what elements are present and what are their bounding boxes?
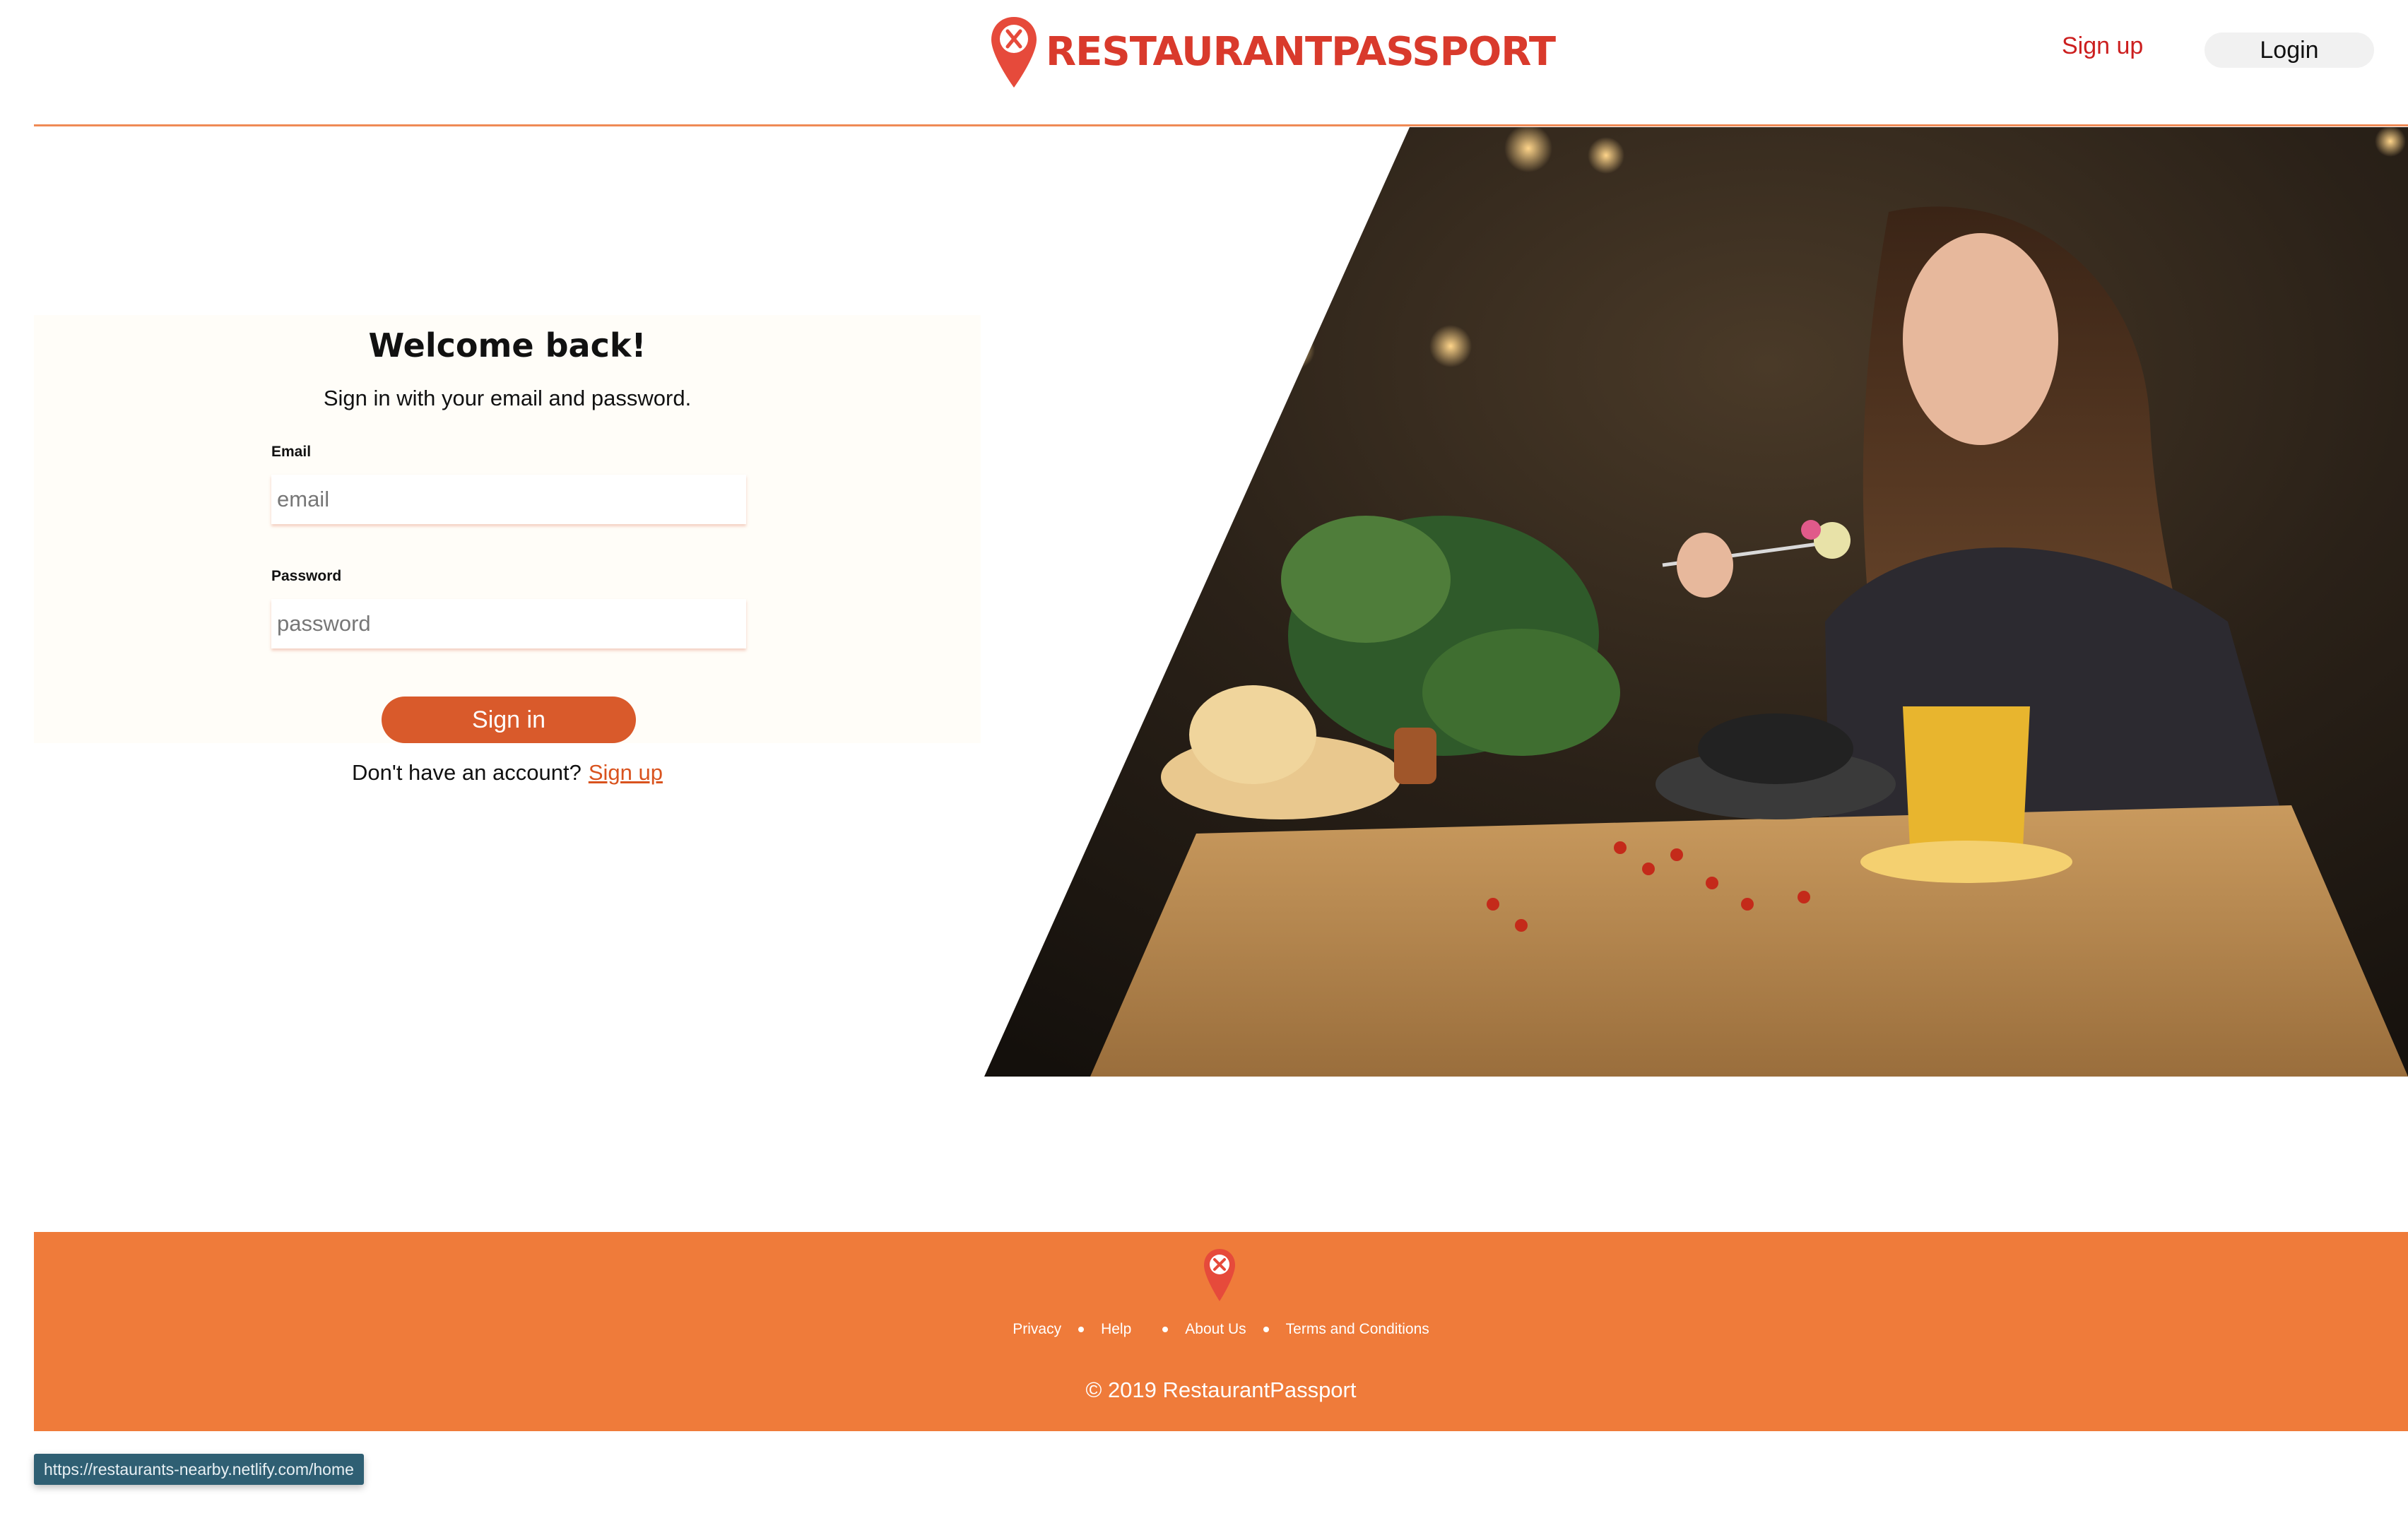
site-header: RESTAURANTPASSPORT Sign up Login [0,0,2408,127]
map-pin-icon [991,17,1037,88]
page-subtitle: Sign in with your email and password. [323,386,692,410]
footer-link-privacy[interactable]: Privacy [1013,1321,1061,1338]
separator-dot [1078,1327,1085,1332]
photo-woman-dining-icon [984,127,2408,1077]
footer-link-help[interactable]: Help [1101,1321,1131,1338]
nav-signup-link[interactable]: Sign up [2062,32,2143,60]
footer-link-terms[interactable]: Terms and Conditions [1286,1321,1429,1338]
status-bar-url: https://restaurants-nearby.netlify.com/h… [34,1454,364,1485]
signin-panel [34,315,981,743]
password-label: Password [271,568,342,584]
brand-logo[interactable]: RESTAURANTPASSPORT [989,16,1556,89]
footer-links: Privacy Help About Us Terms and Conditio… [34,1321,2408,1338]
site-footer: Privacy Help About Us Terms and Conditio… [34,1232,2408,1431]
separator-dot [1162,1327,1169,1332]
copyright: © 2019 RestaurantPassport [1085,1377,1357,1402]
header-divider [34,124,2408,126]
signup-prompt-text: Don't have an account? [352,760,582,785]
signup-prompt: Don't have an account? Sign up [34,760,981,786]
footer-link-about[interactable]: About Us [1185,1321,1246,1338]
email-field[interactable] [271,475,746,524]
password-field[interactable] [271,599,746,648]
separator-dot [1263,1327,1269,1332]
signin-button[interactable]: Sign in [382,697,636,743]
map-pin-icon [1204,1249,1235,1301]
nav-login-button[interactable]: Login [2205,32,2374,68]
signup-link[interactable]: Sign up [589,760,663,785]
brand-name: RESTAURANTPASSPORT [1046,29,1556,75]
page-title: Welcome back! [368,326,647,365]
email-label: Email [271,444,312,460]
hero-photo [984,127,2408,1077]
